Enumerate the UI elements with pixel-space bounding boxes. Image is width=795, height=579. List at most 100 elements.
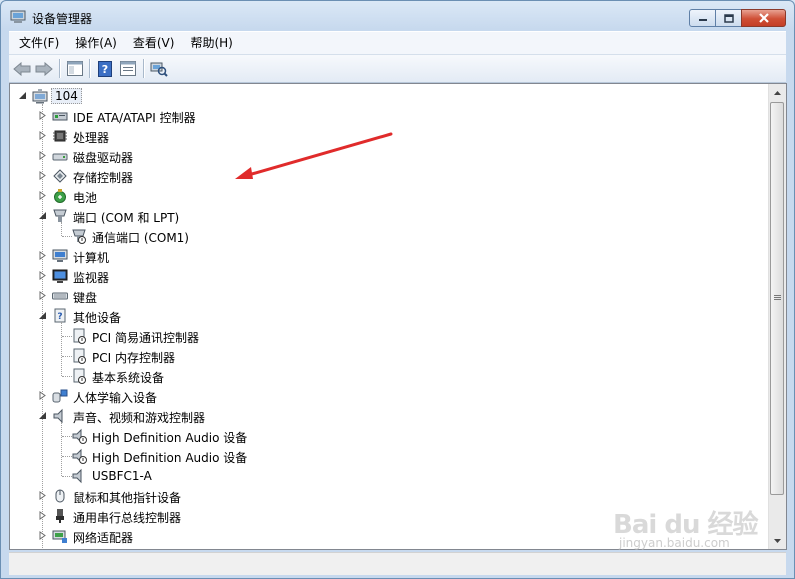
usb-icon [56, 509, 64, 523]
tree-node-label: 处理器 [73, 131, 110, 145]
menu-view[interactable]: 查看(V) [125, 33, 183, 53]
expand-arrow-icon[interactable] [38, 271, 47, 280]
tree-category-row[interactable]: IDE ATA/ATAPI 控制器 [10, 106, 750, 126]
device-manager-app-icon [10, 10, 26, 23]
tree-node-label: 通信端口 (COM1) [92, 231, 189, 245]
collapse-arrow-icon[interactable] [38, 311, 47, 320]
close-button[interactable] [741, 9, 786, 27]
close-icon [758, 13, 769, 23]
tree-device-row[interactable]: 通信端口 (COM1) [10, 226, 750, 246]
forward-arrow-icon [35, 61, 53, 76]
unknown-device-warning-icon [73, 348, 86, 364]
expand-arrow-icon[interactable] [38, 391, 47, 400]
expand-arrow-icon[interactable] [38, 491, 47, 500]
forward-button[interactable] [35, 60, 53, 77]
computer-icon [52, 249, 68, 262]
keyboard-icon [52, 292, 68, 300]
tree-node-label: USBFC1-A [92, 469, 152, 483]
properties-button[interactable] [119, 60, 137, 77]
tree-device-row[interactable]: PCI 内存控制器 [10, 346, 750, 366]
help-button[interactable]: ? [96, 60, 114, 77]
monitor-icon [52, 269, 68, 283]
tree-node-label: 存储控制器 [73, 171, 134, 185]
port-icon [53, 209, 67, 222]
speaker-warning-icon [72, 448, 87, 464]
speaker-warning-icon [72, 428, 87, 444]
expand-arrow-icon[interactable] [38, 151, 47, 160]
maximize-button[interactable] [715, 9, 742, 27]
mouse-icon [55, 489, 65, 503]
status-bar [9, 552, 786, 575]
expand-arrow-icon[interactable] [38, 131, 47, 140]
expand-arrow-icon[interactable] [38, 251, 47, 260]
tree-device-row[interactable]: High Definition Audio 设备 [10, 426, 750, 446]
tree-node-label: 端口 (COM 和 LPT) [73, 211, 180, 225]
unknown-device-warning-icon [73, 328, 86, 344]
svg-text:?: ? [57, 312, 62, 322]
tree-node-label: 监视器 [73, 271, 110, 285]
title-bar[interactable]: 设备管理器 [1, 1, 794, 31]
tree-category-row[interactable]: ? 其他设备 [10, 306, 750, 326]
tree-category-row[interactable]: 监视器 [10, 266, 750, 286]
back-button[interactable] [13, 60, 31, 77]
collapse-arrow-icon[interactable] [38, 411, 47, 420]
tree-category-row[interactable]: 计算机 [10, 246, 750, 266]
tree-node-label: 网络适配器 [73, 531, 134, 545]
tree-device-row[interactable]: USBFC1-A [10, 466, 750, 486]
hid-icon [52, 389, 68, 403]
tree-category-row[interactable]: 鼠标和其他指针设备 [10, 486, 750, 506]
menu-help[interactable]: 帮助(H) [182, 33, 240, 53]
processor-icon [53, 130, 67, 142]
scan-hardware-button[interactable] [150, 60, 168, 77]
scroll-up-arrow-icon [774, 90, 781, 95]
expand-arrow-icon[interactable] [38, 171, 47, 180]
tree-category-row[interactable]: 端口 (COM 和 LPT) [10, 206, 750, 226]
expand-arrow-icon[interactable] [38, 531, 47, 540]
scan-hardware-icon [150, 62, 168, 77]
svg-text:?: ? [102, 63, 108, 76]
help-icon: ? [98, 60, 112, 77]
minimize-icon [698, 19, 707, 21]
tree-node-label: 基本系统设备 [92, 371, 165, 385]
unknown-device-icon: ? [54, 308, 66, 323]
battery-icon [54, 189, 66, 203]
tree-device-row[interactable]: 基本系统设备 [10, 366, 750, 386]
tree-node-label: 键盘 [73, 291, 98, 305]
maximize-icon [723, 13, 734, 23]
tree-node-label: High Definition Audio 设备 [92, 431, 248, 445]
tree-category-row[interactable]: 人体学输入设备 [10, 386, 750, 406]
tree-node-label: PCI 内存控制器 [92, 351, 175, 365]
scroll-thumb[interactable] [770, 102, 784, 495]
menu-file[interactable]: 文件(F) [9, 33, 67, 53]
tree-node-label: PCI 简易通讯控制器 [92, 331, 199, 345]
device-manager-window: 设备管理器 文件(F) 操作(A) 查看(V) 帮助(H) ? 104 IDE … [0, 0, 795, 579]
unknown-device-warning-icon [73, 368, 86, 384]
tree-category-row[interactable]: 键盘 [10, 286, 750, 306]
tree-device-row[interactable]: High Definition Audio 设备 [10, 446, 750, 466]
expand-arrow-icon[interactable] [38, 511, 47, 520]
collapse-arrow-icon[interactable] [38, 211, 47, 220]
toolbar: ? [9, 54, 786, 83]
tree-category-row[interactable]: 电池 [10, 186, 750, 206]
network-adapter-icon [52, 530, 67, 543]
show-hide-console-tree-button[interactable] [66, 60, 84, 77]
tree-node-label: 人体学输入设备 [73, 391, 158, 405]
expand-arrow-icon[interactable] [38, 291, 47, 300]
scroll-up-button[interactable] [769, 84, 786, 101]
tree-node-label: 通用串行总线控制器 [73, 511, 182, 525]
tree-node-label: 鼠标和其他指针设备 [73, 491, 182, 505]
minimize-button[interactable] [689, 9, 716, 27]
collapse-arrow-icon[interactable] [18, 91, 27, 100]
scroll-down-button[interactable] [769, 532, 786, 549]
vertical-scrollbar[interactable] [768, 84, 786, 549]
tree-node-label: High Definition Audio 设备 [92, 451, 248, 465]
tree-device-row[interactable]: PCI 简易通讯控制器 [10, 326, 750, 346]
tree-category-row[interactable]: 声音、视频和游戏控制器 [10, 406, 750, 426]
speaker-icon [53, 408, 63, 424]
back-arrow-icon [13, 61, 31, 76]
expand-arrow-icon[interactable] [38, 191, 47, 200]
tree-root[interactable]: 104 [10, 86, 710, 106]
expand-arrow-icon[interactable] [38, 111, 47, 120]
tree-guide-line [61, 222, 62, 236]
menu-action[interactable]: 操作(A) [67, 33, 125, 53]
